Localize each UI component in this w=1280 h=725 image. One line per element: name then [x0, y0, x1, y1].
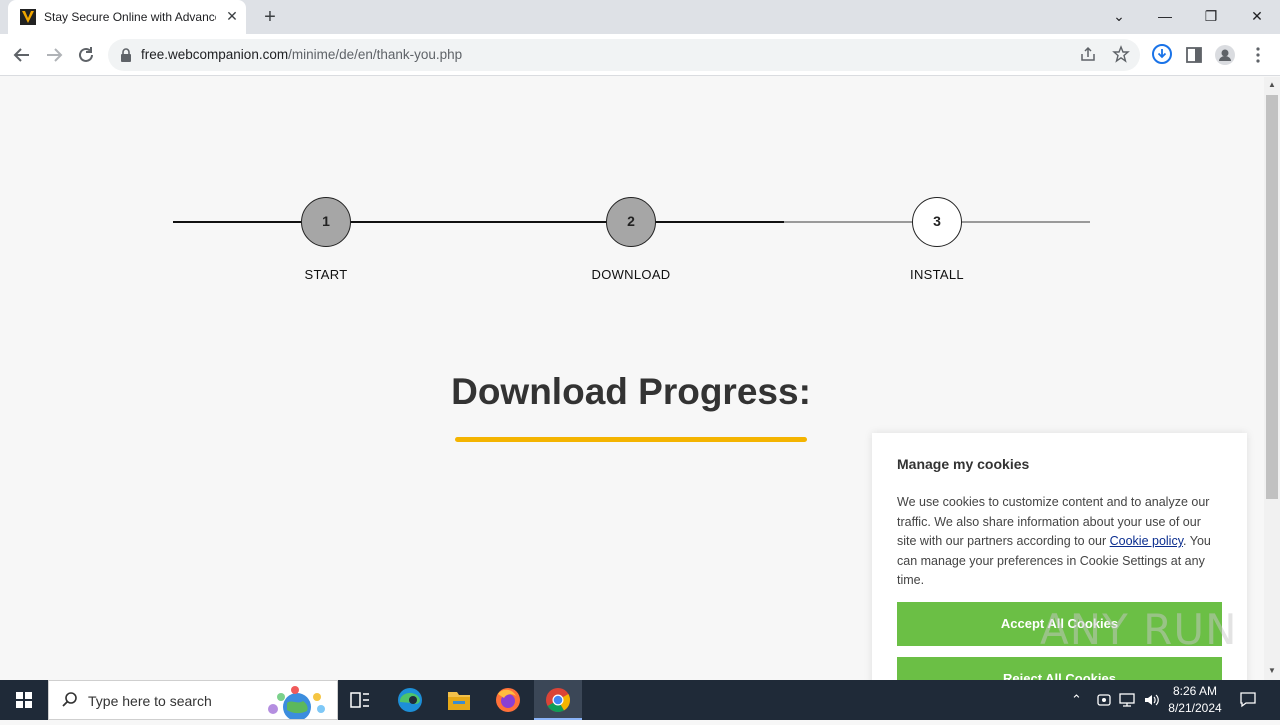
volume-icon[interactable]	[1143, 692, 1159, 711]
cookie-banner-title: Manage my cookies	[897, 456, 1030, 472]
bookmark-star-icon[interactable]	[1111, 45, 1131, 65]
cookie-banner-text: We use cookies to customize content and …	[897, 493, 1222, 591]
edge-browser-icon[interactable]	[386, 680, 434, 720]
meet-now-icon[interactable]	[1097, 692, 1111, 711]
search-highlights-icon[interactable]	[261, 683, 333, 719]
show-hidden-icons-icon[interactable]: ⌃	[1071, 692, 1082, 708]
page-scrollbar[interactable]: ▲ ▼	[1264, 77, 1280, 680]
reload-icon[interactable]	[73, 42, 99, 68]
clock-time: 8:26 AM	[1172, 684, 1218, 698]
tab-search-icon[interactable]: ⌄	[1105, 4, 1133, 28]
step-2-circle: 2	[606, 197, 656, 247]
file-explorer-icon[interactable]	[435, 680, 483, 720]
step-2-label: DOWNLOAD	[591, 267, 671, 282]
lock-icon[interactable]	[120, 48, 132, 62]
step-1-label: START	[304, 267, 348, 282]
step-3-label: INSTALL	[910, 267, 964, 282]
side-panel-icon[interactable]	[1183, 44, 1205, 66]
clock-date: 8/21/2024	[1168, 701, 1222, 715]
step-1-circle: 1	[301, 197, 351, 247]
close-window-button[interactable]: ✕	[1243, 4, 1271, 28]
forward-icon[interactable]	[41, 42, 67, 68]
download-progress-bar	[455, 437, 807, 442]
menu-kebab-icon[interactable]	[1247, 44, 1269, 66]
page-content: 1 START 2 DOWNLOAD 3 INSTALL Download Pr…	[0, 77, 1264, 680]
taskbar: Type here to search ⌃ 8:26 AM 8/21/2024	[0, 680, 1280, 720]
tab-strip: Stay Secure Online with Advanced ✕ + ⌄ —…	[0, 0, 1280, 34]
watermark-logo: ANY RUN	[1040, 605, 1238, 654]
system-clock[interactable]: 8:26 AM 8/21/2024	[1160, 683, 1230, 717]
new-tab-button[interactable]: +	[258, 5, 282, 29]
task-view-icon[interactable]	[336, 680, 384, 720]
restore-button[interactable]: ❐	[1197, 4, 1225, 28]
url-path: /minime/de/en/thank-you.php	[288, 47, 463, 62]
search-placeholder: Type here to search	[88, 693, 212, 709]
firefox-icon[interactable]	[484, 680, 532, 720]
cookie-policy-link[interactable]: Cookie policy	[1110, 534, 1183, 548]
reject-all-cookies-button[interactable]: Reject All Cookies	[897, 657, 1222, 680]
scroll-thumb[interactable]	[1266, 95, 1278, 499]
minimize-button[interactable]: —	[1151, 4, 1179, 28]
step-3-circle: 3	[912, 197, 962, 247]
download-progress-heading: Download Progress:	[451, 371, 811, 412]
network-icon[interactable]	[1119, 692, 1135, 711]
share-icon[interactable]	[1078, 45, 1098, 65]
back-icon[interactable]	[9, 42, 35, 68]
browser-toolbar: free.webcompanion.com/minime/de/en/thank…	[0, 34, 1280, 76]
chrome-icon[interactable]	[534, 680, 582, 720]
profile-avatar-icon[interactable]	[1214, 44, 1236, 66]
progress-line-complete	[173, 221, 784, 223]
scroll-up-arrow-icon[interactable]: ▲	[1267, 80, 1277, 89]
search-icon	[62, 692, 77, 707]
download-icon[interactable]	[1152, 44, 1172, 64]
windows-start-icon[interactable]	[0, 680, 48, 720]
address-bar[interactable]: free.webcompanion.com/minime/de/en/thank…	[108, 39, 1140, 71]
notifications-icon[interactable]	[1239, 690, 1257, 711]
url-domain: free.webcompanion.com	[141, 47, 289, 62]
taskbar-search-box[interactable]: Type here to search	[48, 680, 338, 720]
browser-tab[interactable]: Stay Secure Online with Advanced ✕	[8, 0, 246, 34]
site-favicon-icon	[20, 9, 36, 25]
scroll-down-arrow-icon[interactable]: ▼	[1267, 666, 1277, 675]
tab-close-icon[interactable]: ✕	[224, 8, 240, 24]
tab-title: Stay Secure Online with Advanced	[44, 10, 216, 24]
url-text[interactable]: free.webcompanion.com/minime/de/en/thank…	[141, 47, 462, 62]
